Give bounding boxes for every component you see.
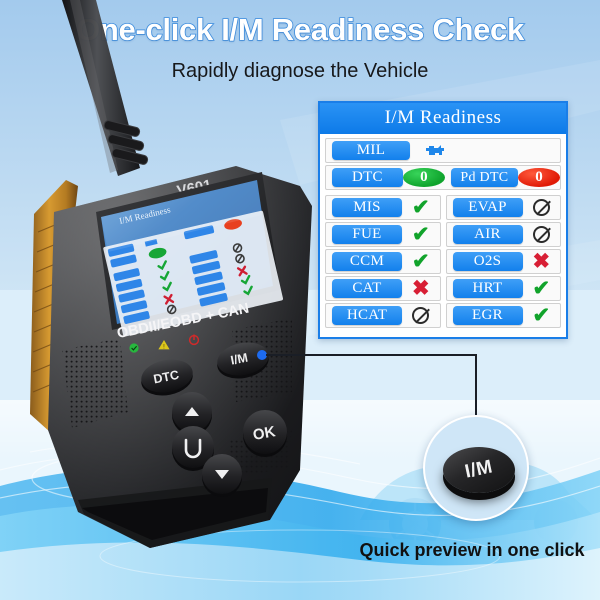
monitor-label-hcat: HCAT xyxy=(332,306,402,325)
pd-dtc-label: Pd DTC xyxy=(450,168,518,187)
monitor-status-fue: ✔ xyxy=(402,224,440,245)
table-row: MIL xyxy=(325,138,561,163)
callout-caption: Quick preview in one click xyxy=(359,540,585,560)
monitor-status-cat: ✖ xyxy=(402,278,440,299)
monitor-label-egr: EGR xyxy=(452,306,523,325)
monitor-status-egr: ✔ xyxy=(523,305,561,326)
table-row: HCAT xyxy=(325,303,441,328)
im-button-hotspot xyxy=(257,350,267,360)
table-row: O2S ✖ xyxy=(445,249,561,274)
check-icon: ✔ xyxy=(532,277,551,300)
monitor-label-ccm: CCM xyxy=(332,252,402,271)
check-icon: ✔ xyxy=(532,304,551,327)
monitor-label-cat: CAT xyxy=(332,279,402,298)
pd-dtc-count: 0 xyxy=(518,168,560,187)
dtc-count-value: 0 xyxy=(402,168,445,187)
pd-dtc-count-value: 0 xyxy=(518,168,560,187)
im-button-callout: I/M xyxy=(423,415,529,521)
status-ok-led xyxy=(129,343,139,353)
monitors-left-column: MIS ✔ FUE ✔ CCM ✔ CAT ✖ HCAT xyxy=(325,195,441,330)
monitor-status-o2s: ✖ xyxy=(523,251,561,272)
engine-icon xyxy=(426,145,444,155)
check-icon: ✔ xyxy=(411,196,430,219)
not-available-icon xyxy=(532,199,550,216)
im-readiness-title: I/M Readiness xyxy=(320,103,566,134)
ok-button: OK xyxy=(243,410,287,457)
monitor-status-ccm: ✔ xyxy=(402,251,440,272)
table-row: CCM ✔ xyxy=(325,249,441,274)
table-row: CAT ✖ xyxy=(325,276,441,301)
obd-cable xyxy=(62,0,149,176)
dtc-count: 0 xyxy=(402,168,445,187)
monitor-status-air xyxy=(523,226,561,243)
table-row: HRT ✔ xyxy=(445,276,561,301)
im-readiness-card: I/M Readiness MIL DTC 0 Pd DTC 0 MIS ✔ F… xyxy=(318,101,568,339)
monitor-status-evap xyxy=(523,199,561,216)
callout-im-button[interactable]: I/M xyxy=(443,447,515,493)
dtc-label: DTC xyxy=(332,168,403,187)
monitor-label-evap: EVAP xyxy=(452,198,523,217)
monitors-right-column: EVAP AIR O2S ✖ HRT ✔ EGR ✔ xyxy=(445,195,561,330)
monitor-label-hrt: HRT xyxy=(452,279,523,298)
cross-icon: ✖ xyxy=(532,250,551,273)
table-row: AIR xyxy=(445,222,561,247)
cross-icon: ✖ xyxy=(411,277,430,300)
table-row: DTC 0 Pd DTC 0 xyxy=(325,165,561,190)
mil-status xyxy=(410,143,560,158)
check-icon: ✔ xyxy=(411,250,430,273)
check-icon: ✔ xyxy=(411,223,430,246)
table-row: EVAP xyxy=(445,195,561,220)
monitor-status-mis: ✔ xyxy=(402,197,440,218)
monitor-label-mis: MIS xyxy=(332,198,402,217)
monitor-label-fue: FUE xyxy=(332,225,402,244)
down-button xyxy=(202,454,242,497)
not-available-icon xyxy=(412,307,430,324)
table-row: EGR ✔ xyxy=(445,303,561,328)
monitor-status-hrt: ✔ xyxy=(523,278,561,299)
table-row: MIS ✔ xyxy=(325,195,441,220)
table-row: FUE ✔ xyxy=(325,222,441,247)
monitor-status-hcat xyxy=(402,307,440,324)
monitor-label-o2s: O2S xyxy=(452,252,523,271)
not-available-icon xyxy=(532,226,550,243)
mil-label: MIL xyxy=(332,141,410,160)
monitor-label-air: AIR xyxy=(452,225,523,244)
callout-im-button-label: I/M xyxy=(463,456,495,483)
